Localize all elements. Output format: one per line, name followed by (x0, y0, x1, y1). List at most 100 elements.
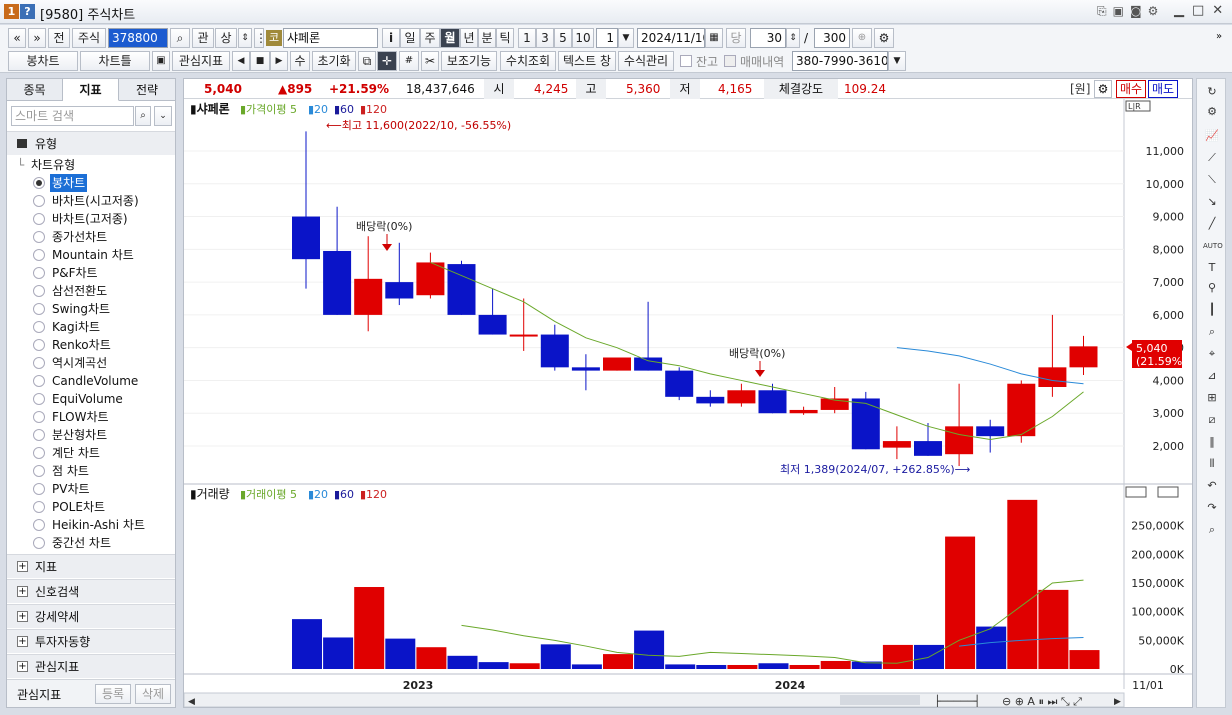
link-icon[interactable]: ⚲ (1203, 279, 1221, 297)
expand-plus-icon[interactable]: + (17, 661, 28, 672)
chart-type-item[interactable]: 봉차트 (7, 174, 175, 192)
account-select[interactable]: 380-7990-3610-1 (792, 51, 888, 71)
chart-settings-gear-icon[interactable]: ⚙ (1094, 80, 1112, 98)
market-select[interactable]: 주식 (72, 28, 106, 48)
chart-type-item[interactable]: 바차트(시고저종) (7, 192, 175, 210)
stock-code-input[interactable]: 378800 (108, 28, 168, 48)
grid-icon[interactable]: # (399, 51, 419, 71)
chart-type-item[interactable]: Renko차트 (7, 336, 175, 354)
more-icon[interactable]: ⋮ (254, 28, 264, 48)
interval-1[interactable]: 1 (518, 28, 536, 48)
ray-line-icon[interactable]: ↘ (1203, 193, 1221, 211)
tree-chart-type[interactable]: └ 차트유형 (7, 156, 175, 174)
radio-icon[interactable] (33, 411, 45, 423)
settings-icon[interactable]: ⚙ (1203, 103, 1221, 121)
fibonacci-icon[interactable]: ⊞ (1203, 389, 1221, 407)
period-year[interactable]: 년 (460, 28, 478, 48)
gear-icon[interactable]: ⚙ (874, 28, 894, 48)
chart-type-item[interactable]: POLE차트 (7, 498, 175, 516)
chart-type-item[interactable]: 삼선전환도 (7, 282, 175, 300)
delete-button[interactable]: 삭제 (135, 684, 171, 704)
sang-button[interactable]: 상 (215, 28, 237, 48)
chart-area[interactable]: 5,040 ▲895 +21.59% 18,437,646 시 4,245 고 … (183, 78, 1193, 708)
line-chart-icon[interactable]: 📈 (1203, 127, 1221, 145)
window-tool-icons[interactable]: ⎘▣◙⚙ (1097, 4, 1164, 19)
expand-plus-icon[interactable]: + (17, 611, 28, 622)
total-count-input[interactable]: 300 (814, 28, 850, 48)
gann-fan-icon[interactable]: ⊿ (1203, 367, 1221, 385)
right-arrow-icon[interactable]: ▶ (270, 51, 288, 71)
chart-type-item[interactable]: 종가선차트 (7, 228, 175, 246)
date-input[interactable]: 2024/11/10 (637, 28, 705, 48)
group-item[interactable]: + 지표 (7, 554, 175, 578)
channel-icon[interactable]: ⧄ (1203, 411, 1221, 429)
expand-plus-icon[interactable]: + (17, 636, 28, 647)
group-item[interactable]: + 관심지표 (7, 654, 175, 678)
interval-input[interactable]: 1 (596, 28, 618, 48)
period-day[interactable]: 일 (400, 28, 420, 48)
trade-history-checkbox[interactable] (724, 55, 736, 67)
candle-chart-button[interactable]: 봉차트 (8, 51, 78, 71)
chart-canvas[interactable]: 11,00010,0009,0008,0007,0006,0005,0004,0… (184, 99, 1192, 707)
watch-indicator-button[interactable]: 관심지표 (172, 51, 230, 71)
nav-next-button[interactable]: » (28, 28, 46, 48)
interval-3[interactable]: 3 (536, 28, 554, 48)
stop-icon[interactable]: ■ (250, 51, 270, 71)
radio-icon[interactable] (33, 231, 45, 243)
chart-type-item[interactable]: EquiVolume (7, 390, 175, 408)
period-minute[interactable]: 분 (478, 28, 496, 48)
radio-icon[interactable] (33, 447, 45, 459)
radio-icon[interactable] (33, 483, 45, 495)
radio-icon[interactable] (33, 195, 45, 207)
radio-icon[interactable] (33, 303, 45, 315)
radio-icon[interactable] (33, 357, 45, 369)
expand-toolbar-icon[interactable]: » (1216, 31, 1222, 42)
text-tool-icon[interactable]: T (1203, 259, 1221, 277)
radio-icon[interactable] (33, 375, 45, 387)
radio-icon[interactable] (33, 465, 45, 477)
tab-stock[interactable]: 종목 (7, 79, 63, 101)
updown-spinner-icon[interactable]: ⇕ (238, 28, 252, 48)
radio-icon[interactable] (33, 213, 45, 225)
calendar-icon[interactable]: ▦ (705, 28, 723, 48)
magnifier-icon[interactable]: ⌕ (1203, 521, 1221, 539)
chart-type-item[interactable]: CandleVolume (7, 372, 175, 390)
gwan-button[interactable]: 관 (192, 28, 214, 48)
refresh-icon[interactable]: ↻ (1203, 83, 1221, 101)
save-icon[interactable]: ▣ (152, 51, 170, 71)
radio-icon[interactable] (33, 285, 45, 297)
register-button[interactable]: 등록 (95, 684, 131, 704)
radio-icon[interactable] (33, 267, 45, 279)
chart-type-item[interactable]: PV차트 (7, 480, 175, 498)
search-icon[interactable]: ⌕ (135, 106, 151, 126)
balance-checkbox[interactable] (680, 55, 692, 67)
zoom-icon[interactable]: ⌕ (1203, 323, 1221, 341)
chart-type-item[interactable]: 중간선 차트 (7, 534, 175, 552)
chart-type-item[interactable]: 역시계곡선 (7, 354, 175, 372)
su-button[interactable]: 수 (290, 51, 310, 71)
chart-type-item[interactable]: 분산형차트 (7, 426, 175, 444)
chart-type-item[interactable]: Mountain 차트 (7, 246, 175, 264)
radio-icon[interactable] (33, 393, 45, 405)
interval-10[interactable]: 10 (572, 28, 594, 48)
chart-type-item[interactable]: Swing차트 (7, 300, 175, 318)
period-week[interactable]: 주 (420, 28, 440, 48)
dang-button[interactable]: 당 (726, 28, 746, 48)
group-item[interactable]: + 신호검색 (7, 579, 175, 603)
display-count-input[interactable]: 30 (750, 28, 786, 48)
reset-button[interactable]: 초기화 (312, 51, 356, 71)
trend-line-icon[interactable]: ⟋ (1203, 149, 1221, 167)
chart-type-item[interactable]: P&F차트 (7, 264, 175, 282)
count-spinner-icon[interactable]: ⇕ (786, 28, 800, 48)
text-window-button[interactable]: 텍스트 창 (558, 51, 616, 71)
chart-type-item[interactable]: Heikin-Ashi 차트 (7, 516, 175, 534)
radio-icon[interactable] (33, 339, 45, 351)
smart-search-input[interactable]: 스마트 검색 (11, 106, 134, 126)
left-arrow-icon[interactable]: ◀ (232, 51, 250, 71)
formula-manage-button[interactable]: 수식관리 (618, 51, 674, 71)
radio-icon[interactable] (33, 429, 45, 441)
parallel-lines-icon[interactable]: ‖ (1203, 433, 1221, 451)
interval-5[interactable]: 5 (554, 28, 572, 48)
expand-plus-icon[interactable]: + (17, 586, 28, 597)
redo-icon[interactable]: ↷ (1203, 499, 1221, 517)
